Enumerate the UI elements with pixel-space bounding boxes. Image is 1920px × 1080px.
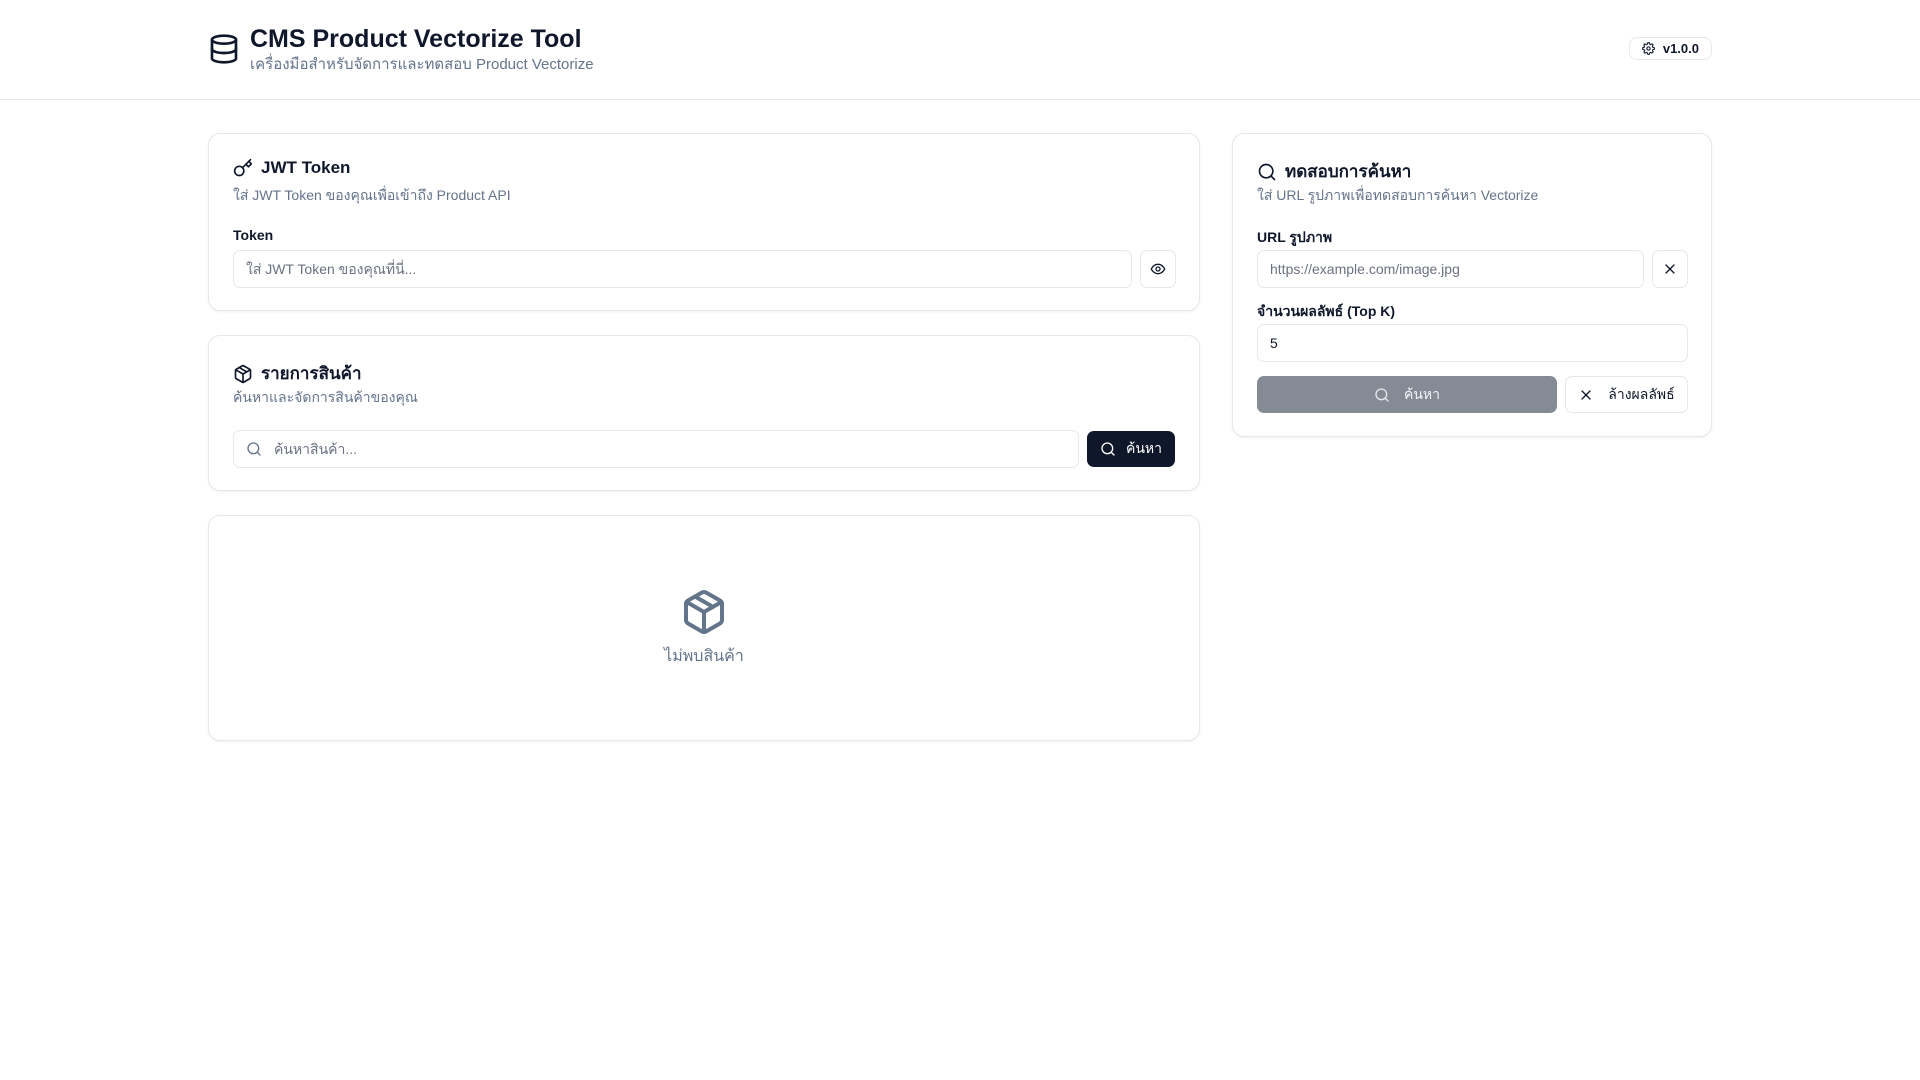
product-search-button[interactable]: ค้นหา (1087, 431, 1175, 467)
products-card-title: รายการสินค้า (233, 360, 362, 387)
clear-results-button-label: ล้างผลลัพธ์ (1608, 385, 1675, 402)
search-icon (247, 442, 261, 456)
version-text: v1.0.0 (1662, 41, 1699, 56)
jwt-card-title-text: JWT Token (261, 158, 351, 177)
clear-results-button[interactable]: ล้างผลลัพธ์ (1565, 376, 1688, 413)
eye-icon (1150, 263, 1166, 275)
version-badge: v1.0.0 (1628, 37, 1712, 60)
token-input[interactable] (233, 250, 1132, 288)
topk-label: จำนวนผลลัพธ์ (Top K) (1257, 303, 1396, 319)
products-card-description: ค้นหาและจัดการสินค้าของคุณ (233, 389, 418, 405)
image-url-label: URL รูปภาพ (1257, 229, 1333, 245)
search-icon (1101, 442, 1115, 456)
image-search-button-label: ค้นหา (1403, 385, 1441, 402)
brand: CMS Product Vectorize Tool เครื่องมือสำห… (208, 24, 594, 74)
package-icon (234, 364, 252, 383)
close-icon (1581, 389, 1591, 400)
jwt-token-card: JWT Token ใส่ JWT Token ของคุณเพื่อเข้าถ… (208, 133, 1200, 311)
package-icon (684, 590, 724, 634)
key-icon (233, 158, 253, 177)
search-test-card: ทดสอบการค้นหา ใส่ URL รูปภาพเพื่อทดสอบกา… (1232, 133, 1712, 437)
topk-input[interactable] (1257, 324, 1688, 362)
product-search-input[interactable] (233, 430, 1079, 468)
jwt-card-title: JWT Token (233, 158, 350, 178)
jwt-card-description: ใส่ JWT Token ของคุณเพื่อเข้าถึง Product… (233, 187, 511, 203)
clear-url-button[interactable] (1652, 250, 1688, 288)
image-search-button[interactable]: ค้นหา (1257, 376, 1557, 413)
token-label: Token (233, 227, 274, 243)
database-icon (210, 33, 238, 64)
page-title: CMS Product Vectorize Tool (250, 24, 582, 53)
image-url-input[interactable] (1257, 250, 1644, 288)
close-icon (1665, 264, 1675, 274)
gear-icon (1641, 42, 1655, 55)
search-icon (1258, 163, 1276, 180)
empty-state-card: ไม่พบสินค้า (208, 515, 1200, 741)
brand-text: CMS Product Vectorize Tool เครื่องมือสำห… (250, 24, 594, 74)
page-subtitle: เครื่องมือสำหรับจัดการและทดสอบ Product V… (250, 55, 594, 73)
search-test-card-title: ทดสอบการค้นหา (1257, 158, 1411, 185)
toggle-token-visibility-button[interactable] (1140, 250, 1176, 288)
header-inner: CMS Product Vectorize Tool เครื่องมือสำห… (208, 0, 1712, 99)
search-icon (1375, 387, 1389, 402)
products-card-title-text: รายการสินค้า (261, 364, 362, 383)
product-search-button-label: ค้นหา (1125, 440, 1163, 456)
search-test-card-description: ใส่ URL รูปภาพเพื่อทดสอบการค้นหา Vectori… (1257, 187, 1539, 203)
empty-state: ไม่พบสินค้า (209, 588, 1199, 669)
products-card: รายการสินค้า ค้นหาและจัดการสินค้าของคุณ … (208, 335, 1200, 491)
app-header: CMS Product Vectorize Tool เครื่องมือสำห… (0, 0, 1920, 100)
search-test-card-title-text: ทดสอบการค้นหา (1285, 162, 1412, 181)
empty-state-text: ไม่พบสินค้า (664, 648, 744, 665)
